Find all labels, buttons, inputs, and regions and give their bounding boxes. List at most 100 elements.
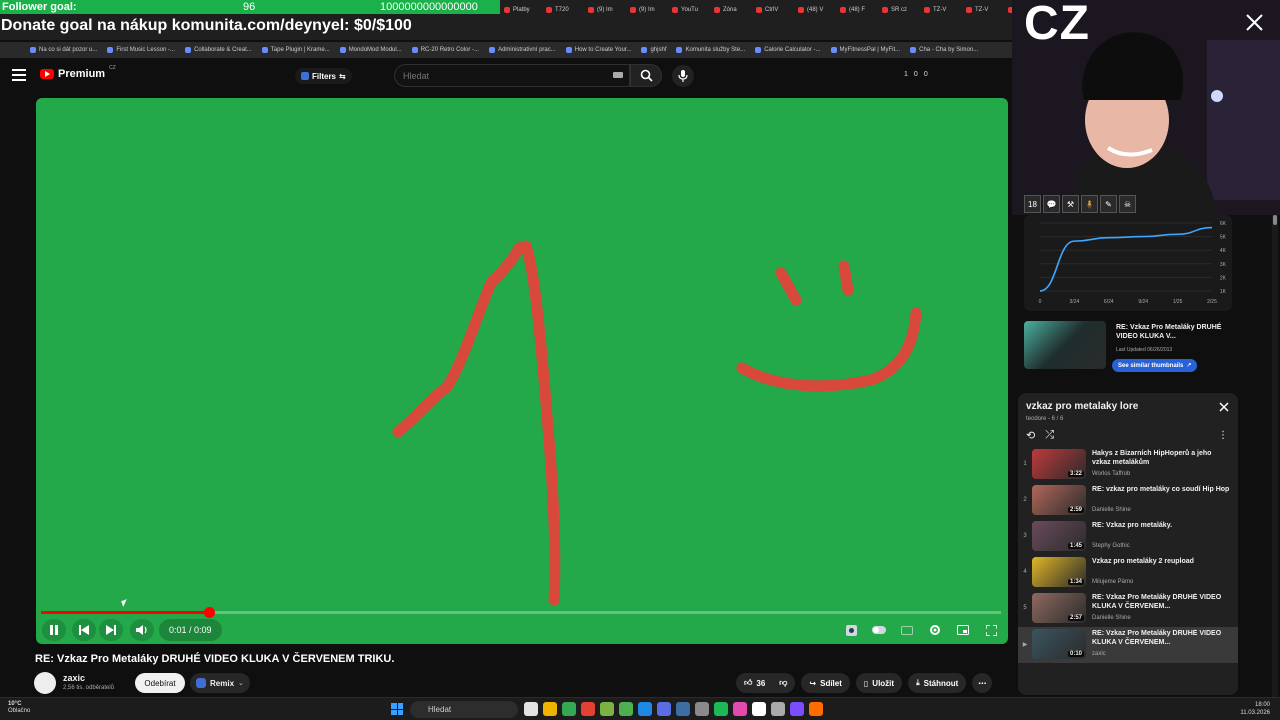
playlist-item[interactable]: 1 3:22 Hakys z Bizarních HipHoperů a jeho … — [1018, 447, 1238, 483]
browser-tab[interactable]: (9) Im — [584, 2, 624, 18]
playlist-item[interactable]: 2 2:59 RE: vzkaz pro metaláky co soudí Hip… — [1018, 483, 1238, 519]
scrollbar-thumb[interactable] — [1273, 215, 1277, 225]
browser-tab[interactable]: Platby — [500, 2, 540, 18]
bookmark-item[interactable]: Cha - Cha by Simon... — [910, 47, 978, 53]
similar-video-thumbnail[interactable] — [1024, 321, 1106, 369]
pause-button[interactable] — [42, 619, 66, 641]
video-player[interactable]: 0:01 / 0:09 — [36, 98, 1008, 644]
browser-tab[interactable]: TZ-V — [920, 2, 960, 18]
playlist-item-title[interactable]: RE: Vzkaz pro metaláky. — [1092, 521, 1232, 530]
channel-avatar[interactable] — [34, 672, 56, 694]
browser-tab[interactable]: Zóna — [710, 2, 750, 18]
similar-video-title[interactable]: RE: Vzkaz Pro Metaláky DRUHÉ VIDEO KLUKA… — [1116, 323, 1230, 341]
taskbar-app-icon[interactable] — [543, 702, 557, 716]
bookmark-item[interactable]: Tape Plugin | Krame... — [261, 47, 330, 53]
taskbar-clock[interactable]: 18:00 11.03.2026 — [1240, 701, 1270, 717]
playlist-item-title[interactable]: Hakys z Bizarních HipHoperů a jeho vzkaz… — [1092, 449, 1232, 467]
autoplay-toggle[interactable] — [868, 619, 890, 641]
taskbar-app-icon[interactable] — [695, 702, 709, 716]
next-button[interactable] — [99, 619, 123, 641]
similar-video-card[interactable]: RE: Vzkaz Pro Metaláky DRUHÉ VIDEO KLUKA… — [1024, 317, 1232, 377]
playlist-item[interactable]: ▶ 0:10 RE: Vzkaz Pro Metaláky DRUHÉ VIDEO … — [1018, 627, 1238, 663]
taskbar-app-icon[interactable] — [809, 702, 823, 716]
share-button[interactable]: ↪ Sdílet — [801, 673, 850, 693]
playlist-more-icon[interactable]: ⋮ — [1218, 430, 1228, 441]
miniplayer-button[interactable] — [952, 619, 974, 641]
taskbar-app-icon[interactable] — [524, 702, 538, 716]
progress-scrubber[interactable] — [204, 607, 215, 618]
playlist-item-title[interactable]: RE: vzkaz pro metaláky co soudí Hip Hop — [1092, 485, 1232, 494]
bookmark-item[interactable]: RC-20 Retro Color -... — [411, 47, 479, 53]
browser-tab[interactable]: (48) F — [836, 2, 876, 18]
progress-bar[interactable] — [41, 607, 1001, 618]
browser-tab[interactable]: YouTu — [668, 2, 708, 18]
playlist-item[interactable]: 5 2:57 RE: Vzkaz Pro Metaláky DRUHÉ VIDEO … — [1018, 591, 1238, 627]
close-icon[interactable] — [1218, 401, 1230, 413]
taskbar-app-icon[interactable] — [790, 702, 804, 716]
youtube-logo[interactable]: Premium CZ — [40, 65, 116, 80]
settings-button[interactable] — [924, 619, 946, 641]
keyboard-icon[interactable] — [613, 72, 623, 78]
taskbar-app-icon[interactable] — [714, 702, 728, 716]
channel-name[interactable]: zaxic — [63, 673, 85, 683]
playlist-item-thumbnail[interactable]: 2:59 — [1032, 485, 1086, 515]
more-actions-button[interactable]: ⋯ — [972, 673, 993, 693]
previous-button[interactable] — [72, 619, 96, 641]
playlist-item-title[interactable]: RE: Vzkaz Pro Metaláky DRUHÉ VIDEO KLUKA… — [1092, 629, 1232, 647]
bookmark-item[interactable]: Na co si dát pozor u... — [30, 47, 97, 53]
menu-button[interactable] — [12, 69, 26, 81]
browser-tab[interactable]: (48) V — [794, 2, 834, 18]
scrollbar[interactable] — [1272, 215, 1278, 697]
taskbar-app-icon[interactable] — [619, 702, 633, 716]
filters-button[interactable]: Filters ⇆ — [295, 68, 352, 84]
playlist-item-thumbnail[interactable]: 2:57 — [1032, 593, 1086, 623]
taskbar-app-icon[interactable] — [562, 702, 576, 716]
bookmark-item[interactable]: Calorie Calculator -... — [755, 47, 821, 53]
bookmark-item[interactable]: ghjshf — [641, 47, 666, 53]
search-button[interactable] — [630, 64, 662, 87]
weather-widget[interactable]: 10°C Oblačno — [8, 701, 30, 715]
playlist-item-thumbnail[interactable]: 3:22 — [1032, 449, 1086, 479]
shuffle-icon[interactable]: ⤮ — [1045, 429, 1054, 442]
playlist-item-thumbnail[interactable]: 1:45 — [1032, 521, 1086, 551]
taskbar-app-icon[interactable] — [657, 702, 671, 716]
taskbar-search[interactable]: Hledat — [410, 701, 518, 718]
bookmark-item[interactable]: Administrativní prac... — [489, 47, 556, 53]
loop-icon[interactable]: ⟲ — [1026, 429, 1035, 442]
remix-button[interactable]: Remix ⌄ — [190, 673, 250, 693]
bookmark-item[interactable]: Komunita služby Ste... — [676, 47, 745, 53]
taskbar-app-icon[interactable] — [733, 702, 747, 716]
browser-tab[interactable]: Místn — [1004, 2, 1012, 18]
browser-tab[interactable]: T720 — [542, 2, 582, 18]
playlist-item-thumbnail[interactable]: 0:10 — [1032, 629, 1086, 659]
start-button[interactable] — [391, 703, 403, 715]
search-input[interactable] — [395, 70, 595, 81]
like-button[interactable]: 👍︎ 36 👎︎ — [736, 673, 796, 693]
browser-tab[interactable]: (9) Im — [626, 2, 666, 18]
volume-button[interactable] — [130, 619, 154, 641]
fullscreen-button[interactable] — [980, 619, 1002, 641]
taskbar-app-icon[interactable] — [581, 702, 595, 716]
browser-tab[interactable]: SR cz — [878, 2, 918, 18]
extension-button[interactable] — [840, 619, 862, 641]
bookmark-item[interactable]: How to Create Your... — [565, 47, 631, 53]
taskbar-app-icon[interactable] — [638, 702, 652, 716]
playlist-item-thumbnail[interactable]: 1:34 — [1032, 557, 1086, 587]
bookmark-item[interactable]: Collaborate & Creat... — [185, 47, 252, 53]
voice-search-button[interactable] — [672, 65, 694, 87]
bookmark-item[interactable]: First Music Lesson -... — [107, 47, 175, 53]
browser-tab[interactable]: TZ-V — [962, 2, 1002, 18]
bookmark-item[interactable]: MyFitnessPal | MyFit... — [830, 47, 900, 53]
subtitles-button[interactable] — [896, 619, 918, 641]
taskbar-app-icon[interactable] — [752, 702, 766, 716]
browser-tab[interactable]: CtrlV — [752, 2, 792, 18]
taskbar-app-icon[interactable] — [771, 702, 785, 716]
playlist-item-title[interactable]: Vzkaz pro metaláky 2 reupload — [1092, 557, 1232, 566]
thumbs-down-icon[interactable]: 👎︎ — [779, 678, 787, 688]
playlist-item-title[interactable]: RE: Vzkaz Pro Metaláky DRUHÉ VIDEO KLUKA… — [1092, 593, 1232, 611]
playlist-item[interactable]: 3 1:45 RE: Vzkaz pro metaláky. Stephy Gothi… — [1018, 519, 1238, 555]
playlist-item[interactable]: 4 1:34 Vzkaz pro metaláky 2 reupload Miluje… — [1018, 555, 1238, 591]
save-button[interactable]: ▯ Uložit — [855, 673, 903, 693]
download-button[interactable]: ⤓ Stáhnout — [908, 673, 967, 693]
taskbar-app-icon[interactable] — [600, 702, 614, 716]
